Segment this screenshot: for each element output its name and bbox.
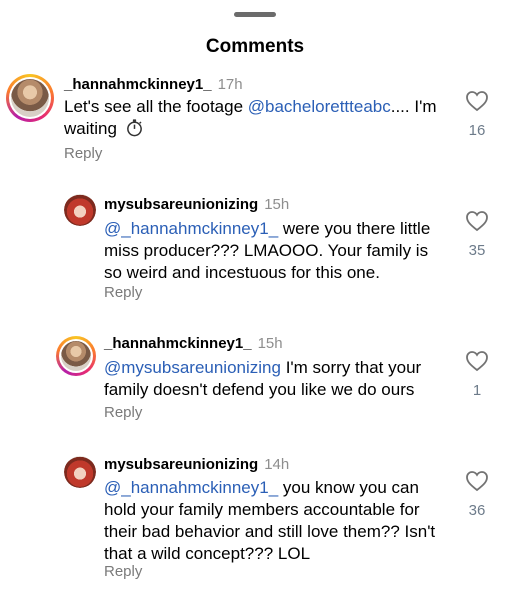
comment-text: Let's see all the footage @bachelorettte…: [64, 97, 437, 138]
reply-button[interactable]: Reply: [104, 563, 142, 580]
timestamp: 14h: [264, 456, 290, 473]
mention-link[interactable]: @_hannahmckinney1_: [104, 478, 278, 497]
mention-link[interactable]: @bachelorettteabc: [248, 97, 391, 116]
reply-button[interactable]: Reply: [64, 145, 102, 162]
comment-header: mysubsareunionizing 14h: [104, 456, 289, 473]
like-button[interactable]: 16: [462, 90, 492, 139]
comments-sheet: Comments _hannahmckinney1_ 17h Let's see …: [0, 0, 510, 600]
avatar[interactable]: [64, 456, 96, 488]
heart-icon: [466, 351, 488, 372]
username[interactable]: mysubsareunionizing: [104, 456, 258, 473]
reply-button[interactable]: Reply: [104, 404, 142, 421]
mention-link[interactable]: @mysubsareunionizing: [104, 358, 281, 377]
like-count: 36: [468, 502, 486, 519]
avatar[interactable]: [6, 74, 54, 122]
timestamp: 15h: [257, 335, 283, 352]
avatar[interactable]: [56, 336, 96, 376]
avatar[interactable]: [64, 194, 96, 226]
like-button[interactable]: 1: [462, 350, 492, 399]
username[interactable]: _hannahmckinney1_: [104, 335, 252, 352]
username[interactable]: _hannahmckinney1_: [64, 76, 212, 93]
timestamp: 17h: [217, 76, 243, 93]
stopwatch-icon: [126, 119, 142, 137]
like-count: 1: [472, 382, 482, 399]
heart-icon: [466, 91, 488, 112]
timestamp: 15h: [264, 196, 290, 213]
comment-text: @_hannahmckinney1_ were you there little…: [104, 219, 431, 282]
drag-handle[interactable]: [234, 12, 276, 17]
like-count: 16: [468, 122, 486, 139]
like-count: 35: [468, 242, 486, 259]
username[interactable]: mysubsareunionizing: [104, 196, 258, 213]
page-title: Comments: [205, 36, 305, 57]
comment-text: @_hannahmckinney1_ you know you can hold…: [104, 478, 436, 563]
reply-button[interactable]: Reply: [104, 284, 142, 301]
heart-icon: [466, 211, 488, 232]
like-button[interactable]: 36: [462, 470, 492, 519]
comment-header: _hannahmckinney1_ 17h: [64, 76, 243, 93]
comment-header: mysubsareunionizing 15h: [104, 196, 289, 213]
heart-icon: [466, 471, 488, 492]
like-button[interactable]: 35: [462, 210, 492, 259]
comment-text: @mysubsareunionizing I'm sorry that your…: [104, 358, 422, 399]
mention-link[interactable]: @_hannahmckinney1_: [104, 219, 278, 238]
comment-header: _hannahmckinney1_ 15h: [104, 335, 283, 352]
